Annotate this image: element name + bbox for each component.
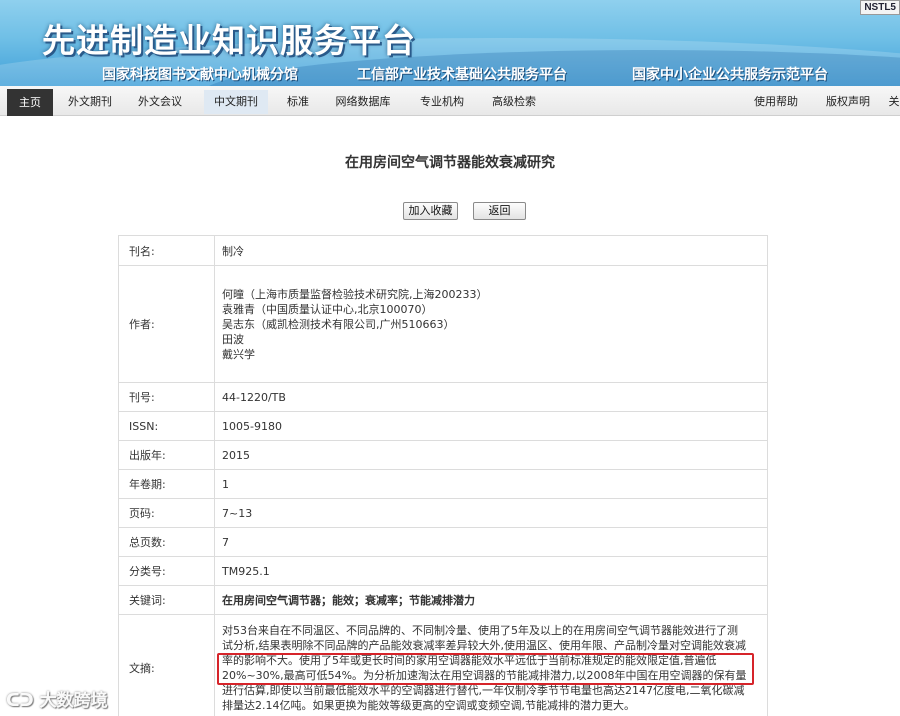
article-title: 在用房间空气调节器能效衰减研究 [345,155,555,171]
table-row: 文摘: 对53台来自在不同温区、不同品牌的、不同制冷量、使用了5年及以上的在用房… [118,614,768,716]
nav-item-foreign-journals[interactable]: 外文期刊 [58,90,122,114]
field-label-total-pages: 总页数: [118,527,215,557]
abstract-line: 试分析,结果表明除不同品牌的产品能效衰减率差异较大外,使用温区、使用年限、产品制… [222,639,746,652]
field-label-issn-code: 刊号: [118,382,215,412]
nstl-badge[interactable]: NSTL5 [860,0,900,15]
banner-subtitle: 工信部产业技术基础公共服务平台 [357,67,567,83]
nav-item-home[interactable]: 主页 [7,89,53,116]
author-entry[interactable]: 戴兴学 [222,347,761,362]
site-banner: 先进制造业知识服务平台 国家科技图书文献中心机械分馆 工信部产业技术基础公共服务… [0,0,900,86]
table-row: 关键词: 在用房间空气调节器；能效；衰减率；节能减排潜力 [118,585,768,615]
nav-item-professional-institutions[interactable]: 专业机构 [410,90,474,114]
back-button[interactable]: 返回 [473,202,526,220]
field-value-authors: 何曈（上海市质量监督检验技术研究院,上海200233） 袁雅青（中国质量认证中心… [214,265,768,383]
watermark-text: 大数跨境 [39,691,108,711]
table-row: 刊号: 44-1220/TB [118,382,768,412]
nav-item-help[interactable]: 使用帮助 [744,90,808,114]
nav-item-advanced-search[interactable]: 高级检索 [482,90,546,114]
table-row: 分类号: TM925.1 [118,556,768,586]
field-value-classification: TM925.1 [214,556,768,586]
table-row: 页码: 7~13 [118,498,768,528]
abstract-line: 对53台来自在不同温区、不同品牌的、不同制冷量、使用了5年及以上的在用房间空气调… [222,624,738,637]
table-row: ISSN: 1005-9180 [118,411,768,441]
author-entry[interactable]: 吴志东（威凯检测技术有限公司,广州510663） [222,317,761,332]
field-label-pages: 页码: [118,498,215,528]
abstract-line: 排量达2.14亿吨。如果更换为能效等级更高的空调或变频空调,节能减排的潜力更大。 [222,699,635,712]
field-label-journal: 刊名: [118,235,215,266]
field-value-pages: 7~13 [214,498,768,528]
nav-item-chinese-journals[interactable]: 中文期刊 [204,90,268,114]
table-row: 出版年: 2015 [118,440,768,470]
nav-item-network-databases[interactable]: 网络数据库 [328,90,398,114]
watermark-icon: ᑕᑐ [6,691,40,711]
field-value-abstract: 对53台来自在不同温区、不同品牌的、不同制冷量、使用了5年及以上的在用房间空气调… [214,614,768,716]
field-label-issn: ISSN: [118,411,215,441]
table-row: 作者: 何曈（上海市质量监督检验技术研究院,上海200233） 袁雅青（中国质量… [118,265,768,383]
field-label-keywords: 关键词: [118,585,215,615]
field-label-volume: 年卷期: [118,469,215,499]
author-entry[interactable]: 田波 [222,332,761,347]
add-favorite-button[interactable]: 加入收藏 [403,202,458,220]
field-label-classification: 分类号: [118,556,215,586]
watermark-logo: ᑕᑐ 大数跨境 [6,686,108,711]
site-title: 先进制造业知识服务平台 [42,21,416,60]
field-value-total-pages: 7 [214,527,768,557]
table-row: 年卷期: 1 [118,469,768,499]
article-info-table: 刊名: 制冷 作者: 何曈（上海市质量监督检验技术研究院,上海200233） 袁… [118,235,768,716]
nav-item-copyright[interactable]: 版权声明 [816,90,880,114]
table-row: 总页数: 7 [118,527,768,557]
field-value-issn: 1005-9180 [214,411,768,441]
author-entry[interactable]: 袁雅青（中国质量认证中心,北京100070） [222,302,761,317]
abstract-text: 对53台来自在不同温区、不同品牌的、不同制冷量、使用了5年及以上的在用房间空气调… [217,623,761,713]
field-value-issn-code: 44-1220/TB [214,382,768,412]
abstract-line: 20%~30%,最高可低54%。为分析加速淘汰在用空调器的节能减排潜力,以200… [222,669,747,682]
field-label-authors: 作者: [118,265,215,383]
abstract-line: 率的影响不大。使用了5年或更长时间的家用空调器能效水平远低于当前标准规定的能效限… [222,654,717,667]
nav-item-foreign-conferences[interactable]: 外文会议 [128,90,192,114]
nav-item-close[interactable]: 关 [888,90,900,114]
field-value-volume: 1 [214,469,768,499]
main-nav: 主页 外文期刊 外文会议 中文期刊 标准 网络数据库 专业机构 高级检索 使用帮… [0,86,900,116]
banner-subtitle: 国家中小企业公共服务示范平台 [632,67,828,83]
author-entry[interactable]: 何曈（上海市质量监督检验技术研究院,上海200233） [222,287,761,302]
abstract-line: 进行估算,即使以当前最低能效水平的空调器进行替代,一年仅制冷季节节电量也高达21… [222,684,745,697]
field-label-year: 出版年: [118,440,215,470]
field-value-journal: 制冷 [214,235,768,266]
banner-subtitle: 国家科技图书文献中心机械分馆 [102,67,298,83]
field-value-keywords[interactable]: 在用房间空气调节器；能效；衰减率；节能减排潜力 [214,585,768,615]
field-label-abstract: 文摘: [118,614,215,716]
table-row: 刊名: 制冷 [118,235,768,266]
field-value-year: 2015 [214,440,768,470]
nav-item-standards[interactable]: 标准 [278,90,318,114]
